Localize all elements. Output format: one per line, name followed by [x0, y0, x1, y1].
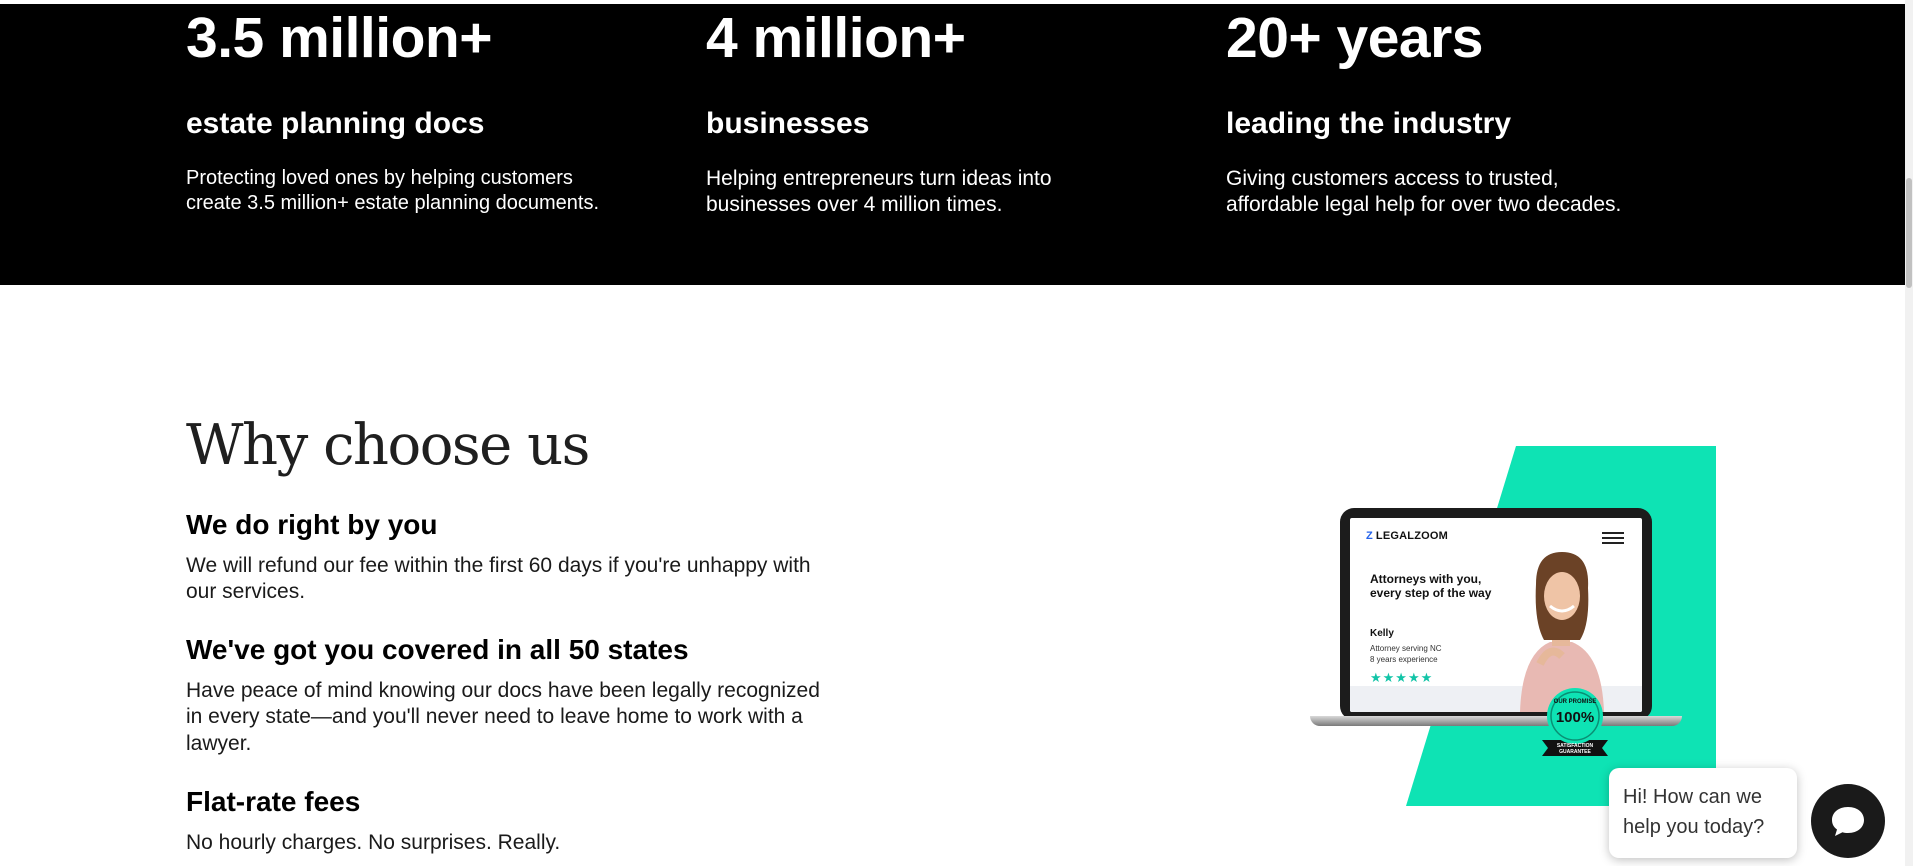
reason-heading: We do right by you: [186, 509, 438, 540]
stat-description-line: create 3.5 million+ estate planning docu…: [186, 192, 600, 214]
stat-description-line: Giving customers access to trusted,: [1226, 167, 1559, 190]
stat-estate-planning: 3.5 million+ estate planning docs Protec…: [186, 4, 666, 216]
stat-description-line: affordable legal help for over two decad…: [1226, 193, 1622, 217]
reason-text: Have peace of mind knowing our docs have…: [186, 678, 946, 757]
chat-bubble-icon: [1832, 807, 1864, 836]
chat-greeting-line: Hi! How can we: [1623, 786, 1762, 808]
stat-description-line: Helping entrepreneurs turn ideas into: [706, 167, 1052, 190]
reason-heading: We've got you covered in all 50 states: [186, 634, 689, 666]
svg-text:GUARANTEE: GUARANTEE: [1559, 749, 1591, 755]
reason-text-line: We will refund our fee within the first …: [186, 553, 811, 577]
attorney-details: Attorney serving NC 8 years experience: [1370, 644, 1442, 664]
reason-text: No hourly charges. No surprises. Really.: [186, 830, 946, 856]
stat-description-line: businesses over 4 million times.: [706, 193, 1003, 217]
page-scrollbar[interactable]: [1905, 0, 1913, 866]
legalzoom-logo: Z LEGALZOOM: [1366, 530, 1448, 542]
stat-label: businesses: [706, 107, 870, 140]
reason-text: We will refund our fee within the first …: [186, 553, 946, 606]
stat-businesses: 4 million+ businesses Helping entreprene…: [706, 4, 1186, 219]
stat-description: Protecting loved ones by helping custome…: [186, 166, 666, 216]
website-preview: Z LEGALZOOM Attorneys with you, every ste…: [1350, 518, 1642, 712]
satisfaction-guarantee-badge-icon: OUR PROMISE 100% SATISFACTION GUARANTEE: [1542, 688, 1608, 756]
preview-headline: Attorneys with you, every step of the wa…: [1370, 572, 1492, 601]
reason-item: Flat-rate fees No hourly charges. No sur…: [186, 785, 946, 856]
chat-greeting-line: help you today?: [1623, 816, 1765, 838]
rating-stars-icon: ★★★★★: [1370, 670, 1434, 685]
stat-description: Helping entrepreneurs turn ideas into bu…: [706, 166, 1186, 219]
stat-description-line: Protecting loved ones by helping custome…: [186, 167, 573, 189]
stat-value: 4 million+: [706, 6, 966, 70]
reason-text-line: Have peace of mind knowing our docs have…: [186, 679, 820, 703]
chat-greeting-bubble[interactable]: Hi! How can we help you today?: [1609, 768, 1797, 858]
chat-launcher-button[interactable]: [1811, 784, 1885, 858]
why-choose-us-section: Why choose us We do right by you We will…: [186, 418, 946, 856]
reason-text-line: lawyer.: [186, 731, 252, 755]
stat-label: leading the industry: [1226, 107, 1512, 140]
attorney-name: Kelly: [1370, 628, 1394, 639]
svg-text:OUR PROMISE: OUR PROMISE: [1554, 699, 1597, 705]
scrollbar-thumb[interactable]: [1906, 178, 1912, 288]
reason-item: We do right by you We will refund our fe…: [186, 509, 946, 606]
laptop-illustration: Z LEGALZOOM Attorneys with you, every ste…: [1280, 446, 1720, 806]
reason-text-line: No hourly charges. No surprises. Really.: [186, 830, 561, 854]
stat-value: 20+ years: [1226, 6, 1484, 70]
reason-text-line: our services.: [186, 580, 306, 604]
stat-years: 20+ years leading the industry Giving cu…: [1226, 4, 1706, 219]
stats-band: 3.5 million+ estate planning docs Protec…: [0, 4, 1905, 285]
laptop-base: [1310, 716, 1682, 726]
stat-description: Giving customers access to trusted, affo…: [1226, 166, 1706, 219]
svg-text:100%: 100%: [1556, 709, 1594, 726]
reason-text-line: in every state—and you'll never need to …: [186, 705, 803, 729]
stat-label: estate planning docs: [186, 107, 485, 140]
reason-item: We've got you covered in all 50 states H…: [186, 634, 946, 757]
stat-value: 3.5 million+: [186, 6, 493, 70]
section-title: Why choose us: [186, 413, 590, 478]
reason-heading: Flat-rate fees: [186, 785, 361, 817]
